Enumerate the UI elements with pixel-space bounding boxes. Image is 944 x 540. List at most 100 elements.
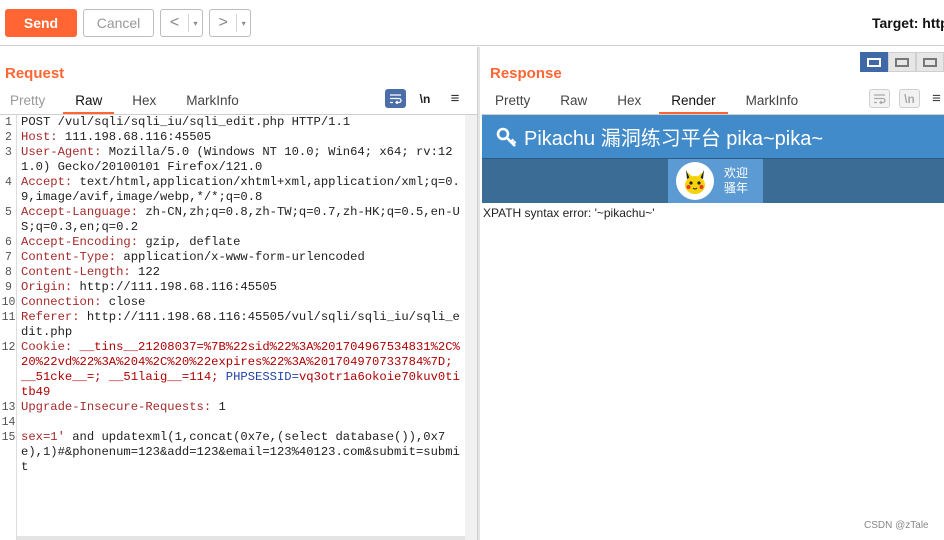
request-tab-hex[interactable]: Hex (132, 86, 156, 114)
request-horizontal-scrollbar[interactable] (17, 536, 465, 540)
request-line: 8 Content-Length: 122 (0, 265, 465, 280)
request-tab-markinfo[interactable]: MarkInfo (186, 86, 239, 114)
line-number: 4 (5, 176, 12, 189)
forward-dropdown-icon[interactable]: ▾ (236, 14, 250, 32)
request-line: 1 POST /vul/sqli/sqli_iu/sqli_edit.php HT… (0, 115, 465, 130)
cancel-button[interactable]: Cancel (83, 9, 154, 37)
welcome-line-2: 骚年 (724, 181, 749, 195)
request-editor[interactable]: 1 POST /vul/sqli/sqli_iu/sqli_edit.php HT… (0, 115, 465, 540)
line-token: POST /vul/sqli/sqli_iu/sqli_edit.php HTT… (21, 115, 351, 129)
line-token: and updatexml(1,concat(0x7e,(select data… (21, 430, 460, 474)
line-token: 1 (218, 400, 226, 414)
line-token: http://111.198.68.116:45505/vul/sqli/sql… (21, 310, 460, 339)
request-line: 10 Connection: close (0, 295, 465, 310)
response-show-newlines-icon[interactable]: \n (899, 89, 920, 108)
line-number: 3 (5, 146, 12, 159)
site-title[interactable]: Pikachu 漏洞练习平台 pika~pika~ (524, 122, 823, 151)
line-content (17, 415, 465, 430)
layout-stacked-icon[interactable] (888, 52, 916, 72)
line-content: Accept-Language: zh-CN,zh;q=0.8,zh-TW;q=… (17, 205, 465, 235)
request-line: 2 Host: 111.198.68.116:45505 (0, 130, 465, 145)
key-icon (496, 127, 517, 147)
line-token: Accept: (21, 175, 80, 189)
line-token: http://111.198.68.116:45505 (79, 280, 277, 294)
site-header: Pikachu 漏洞练习平台 pika~pika~ (482, 115, 944, 158)
user-welcome-box[interactable]: 欢迎 骚年 (668, 159, 763, 203)
response-tab-markinfo[interactable]: MarkInfo (746, 86, 799, 114)
forward-arrow-icon[interactable]: > (210, 14, 236, 32)
response-tab-hex[interactable]: Hex (617, 86, 641, 114)
watermark: CSDN @zTale (864, 520, 929, 531)
line-token: Connection: (21, 295, 109, 309)
request-menu-icon[interactable]: ≡ (445, 89, 465, 108)
line-number: 10 (1, 296, 16, 309)
line-token: PHPSESSID= (225, 370, 299, 384)
show-newlines-icon[interactable]: \n (415, 89, 435, 108)
layout-tabs-icon[interactable] (916, 52, 944, 72)
line-number: 1 (5, 116, 12, 129)
line-content: Accept: text/html,application/xhtml+xml,… (17, 175, 465, 205)
line-token: Accept-Encoding: (21, 235, 146, 249)
rendered-response: Pikachu 漏洞练习平台 pika~pika~ 欢迎 骚年 XPATH sy… (482, 115, 944, 540)
back-dropdown-icon[interactable]: ▾ (188, 14, 202, 32)
line-number: 9 (5, 281, 12, 294)
request-lines: 1 POST /vul/sqli/sqli_iu/sqli_edit.php HT… (0, 115, 465, 475)
request-vertical-scrollbar[interactable] (465, 115, 477, 540)
line-number: 15 (1, 431, 16, 444)
request-tab-raw[interactable]: Raw (63, 86, 115, 114)
line-token: Content-Length: (21, 265, 139, 279)
request-tab-pretty[interactable]: Pretty (10, 86, 45, 114)
line-content: POST /vul/sqli/sqli_iu/sqli_edit.php HTT… (17, 115, 465, 130)
line-token: User-Agent: (21, 145, 109, 159)
response-menu-icon[interactable]: ≡ (929, 89, 944, 108)
request-line: 9 Origin: http://111.198.68.116:45505 (0, 280, 465, 295)
line-content: Connection: close (17, 295, 465, 310)
line-content: Upgrade-Insecure-Requests: 1 (17, 400, 465, 415)
top-toolbar: Send Cancel < ▾ > ▾ Target: http (0, 0, 944, 46)
request-line: 13 Upgrade-Insecure-Requests: 1 (0, 400, 465, 415)
response-title: Response (490, 65, 562, 82)
line-token: 122 (138, 265, 160, 279)
response-tab-render[interactable]: Render (659, 86, 728, 114)
welcome-line-1: 欢迎 (724, 166, 749, 180)
line-number: 12 (1, 341, 16, 354)
xpath-error-message: XPATH syntax error: '~pikachu~' (483, 206, 655, 220)
history-forward-group: > ▾ (209, 9, 251, 37)
wrap-lines-icon[interactable] (385, 89, 406, 108)
request-line: 6 Accept-Encoding: gzip, deflate (0, 235, 465, 250)
target-label[interactable]: Target: http (872, 15, 944, 31)
line-token: 111.198.68.116:45505 (64, 130, 212, 144)
line-number: 14 (1, 416, 16, 429)
line-number: 8 (5, 266, 12, 279)
line-content: User-Agent: Mozilla/5.0 (Windows NT 10.0… (17, 145, 465, 175)
response-tab-pretty[interactable]: Pretty (495, 86, 530, 114)
back-arrow-icon[interactable]: < (161, 14, 188, 32)
layout-toggle-group (860, 52, 944, 72)
request-line: 15 sex=1' and updatexml(1,concat(0x7e,(se… (0, 430, 465, 475)
line-token: sex=1' (21, 430, 73, 444)
line-token: Referer: (21, 310, 87, 324)
response-tab-raw[interactable]: Raw (560, 86, 587, 114)
line-number: 11 (1, 311, 16, 324)
line-number: 5 (5, 206, 12, 219)
line-token: Cookie: (21, 340, 80, 354)
request-tabs: Pretty Raw Hex MarkInfo (10, 86, 239, 114)
line-content: Content-Length: 122 (17, 265, 465, 280)
line-content: Content-Type: application/x-www-form-url… (17, 250, 465, 265)
layout-side-by-side-icon[interactable] (860, 52, 888, 72)
line-token: Host: (21, 130, 65, 144)
send-button[interactable]: Send (5, 9, 77, 37)
response-wrap-lines-icon[interactable] (869, 89, 890, 108)
line-number: 2 (5, 131, 12, 144)
line-token: Accept-Language: (21, 205, 146, 219)
request-line: 11 Referer: http://111.198.68.116:45505/v… (0, 310, 465, 340)
request-title: Request (5, 65, 65, 82)
line-number: 13 (1, 401, 16, 414)
line-token: Origin: (21, 280, 80, 294)
line-token: gzip, deflate (145, 235, 241, 249)
line-number: 6 (5, 236, 12, 249)
pane-divider[interactable] (477, 47, 480, 540)
response-tabs: Pretty Raw Hex Render MarkInfo (495, 86, 798, 114)
history-back-group: < ▾ (160, 9, 203, 37)
request-line: 5 Accept-Language: zh-CN,zh;q=0.8,zh-TW;q… (0, 205, 465, 235)
